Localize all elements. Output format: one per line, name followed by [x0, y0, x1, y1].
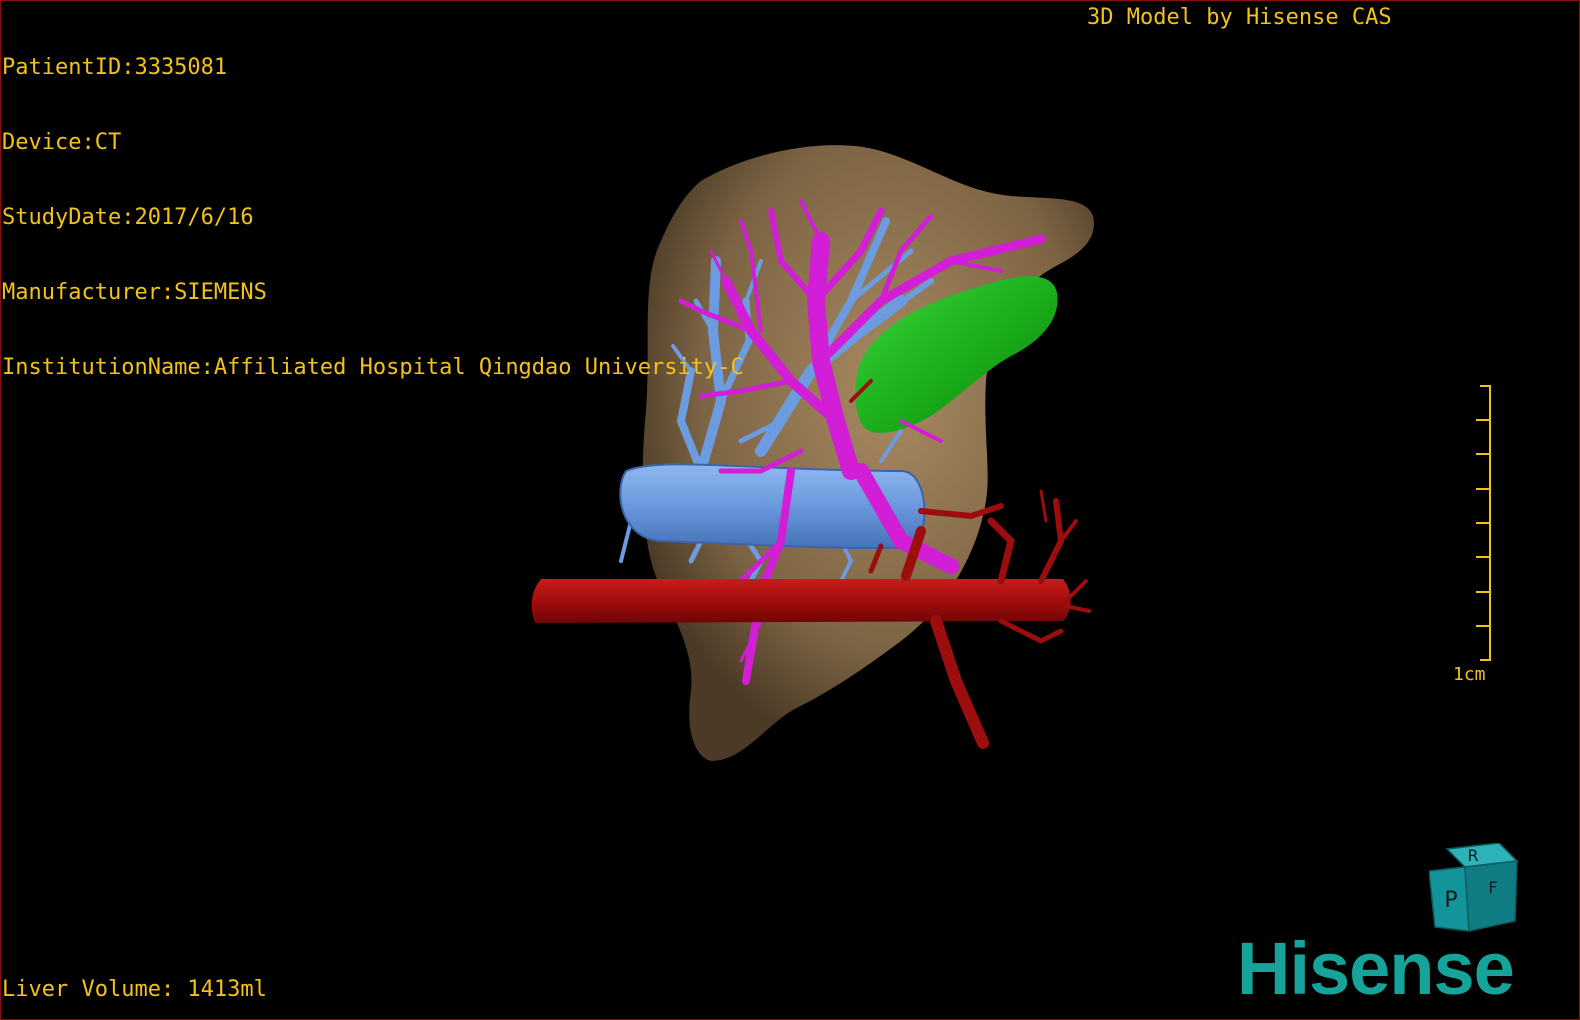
liver-volume-text: Liver Volume: 1413ml: [2, 977, 267, 1002]
hisense-logo: Hisense: [1237, 927, 1515, 1010]
patient-info-overlay: PatientID:3335081 Device:CT StudyDate:20…: [2, 5, 744, 430]
manufacturer-text: Manufacturer:SIEMENS: [2, 280, 267, 305]
orientation-cube[interactable]: R P F: [1429, 843, 1521, 935]
cube-front-letter: P: [1444, 888, 1457, 913]
scale-label: 1cm: [1453, 664, 1486, 685]
device-text: Device:CT: [2, 130, 122, 155]
3d-viewport[interactable]: PatientID:3335081 Device:CT StudyDate:20…: [0, 0, 1580, 1020]
model-credit-text: 3D Model by Hisense CAS: [1087, 5, 1392, 30]
institution-text: InstitutionName:Affiliated Hospital Qing…: [2, 355, 744, 380]
cube-side-letter: F: [1488, 878, 1497, 897]
patient-id-text: PatientID:3335081: [2, 55, 228, 80]
cube-top-letter: R: [1467, 846, 1478, 865]
study-date-text: StudyDate:2017/6/16: [2, 205, 254, 230]
scale-bar: [1476, 385, 1491, 661]
